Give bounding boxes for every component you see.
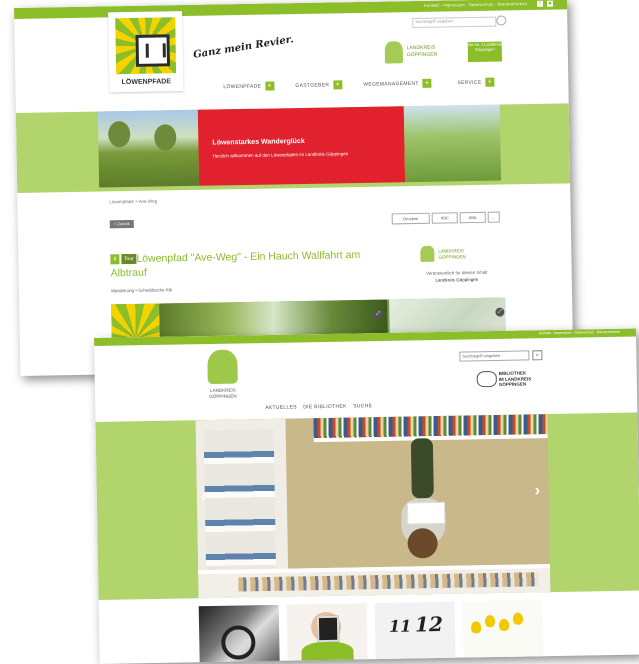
lion-icon <box>384 41 404 64</box>
kml-button[interactable]: KML <box>459 211 486 224</box>
tree-icon <box>154 124 177 151</box>
book-image <box>406 501 446 525</box>
search-input[interactable]: Suchbegriff eingeben <box>412 16 497 29</box>
lightbulb-icon <box>471 621 482 634</box>
search-icon[interactable] <box>496 15 507 26</box>
hero-image-right <box>403 104 502 183</box>
more-button[interactable]: ... <box>487 211 500 223</box>
print-button[interactable]: Drucken <box>391 212 430 225</box>
landkreis-lion-icon[interactable] <box>207 349 238 385</box>
plus-icon[interactable]: + <box>422 78 432 88</box>
reader-image <box>407 528 438 559</box>
nav-item-suche[interactable]: SUCHE <box>353 403 372 409</box>
reader-image <box>410 438 434 499</box>
hero-banner[interactable]: Löwenstarkes Wanderglück Herzlich willko… <box>197 106 406 186</box>
teaser-opening-hours-image[interactable]: 11 12 <box>374 601 456 664</box>
top-links[interactable]: Kontakt · Impressum · Datenschutz · Barr… <box>539 330 620 335</box>
lion-logo-icon <box>115 17 177 75</box>
author-box: LANDKREIS GÖPPINGEN Verantwortlich für d… <box>416 245 497 286</box>
page-title: Löwenpfad "Ave-Weg" - Ein Hauch Wallfahr… <box>110 248 361 280</box>
expand-icon[interactable]: ⤢ <box>373 309 383 319</box>
top-links[interactable]: Kontakt · Impressum · Datenschutz · Barr… <box>424 1 527 8</box>
hero-slider[interactable] <box>195 414 551 599</box>
logo-text: LÖWENPFADE <box>121 78 172 87</box>
hero-subtitle: Herzlich willkommen auf den Löwenpfaden … <box>212 151 349 159</box>
loewenpfade-screenshot: Kontakt · Impressum · Datenschutz · Barr… <box>14 0 574 376</box>
vfb-badge[interactable]: Die Nr. 1 Landkreis Göppingen <box>467 41 503 63</box>
bibliothek-logo-icon[interactable] <box>476 370 497 388</box>
lion-icon <box>420 245 435 262</box>
plus-icon[interactable]: + <box>485 77 495 87</box>
teaser-ebook-image[interactable] <box>286 603 368 664</box>
bibliothek-logo-text: BIBLIOTHEK IM LANDKREIS GÖPPINGEN <box>498 370 532 387</box>
nav-item-aktuelles[interactable]: AKTUELLES <box>265 404 297 411</box>
plus-icon[interactable]: + <box>265 81 275 91</box>
nav-item-service[interactable]: SERVICE + <box>457 77 495 88</box>
facebook-icon[interactable]: f <box>536 0 544 7</box>
bibliothek-screenshot: Kontakt · Impressum · Datenschutz · Barr… <box>94 328 639 664</box>
lightbulb-icon <box>498 618 510 631</box>
breadcrumb[interactable]: Löwenpfade > Ave-Weg <box>109 199 157 205</box>
share-icon[interactable]: ■ <box>546 0 554 7</box>
page-subtitle: Wanderung • Schwäbische Alb <box>110 287 173 294</box>
search-icon[interactable]: ⌕ <box>532 350 543 361</box>
loewenpfade-logo[interactable]: LÖWENPFADE <box>108 11 184 93</box>
hero-image-left <box>97 109 200 188</box>
nav-item-die-bibliothek[interactable]: DIE BIBLIOTHEK <box>303 404 346 411</box>
landkreis-logo[interactable]: LANDKREIS GÖPPINGEN <box>384 40 455 65</box>
teaser-search-image[interactable] <box>198 604 280 664</box>
slider-next-icon[interactable]: › <box>535 482 541 500</box>
tablet-icon <box>316 615 340 643</box>
back-button[interactable]: < Zurück <box>109 219 134 229</box>
search-input[interactable]: Suchbegriff eingeben <box>459 350 530 362</box>
nav-item-loewenpfade[interactable]: LÖWENPFADE + <box>223 81 275 91</box>
pdf-button[interactable]: PDF <box>431 212 458 224</box>
bookshelf-image <box>313 414 548 443</box>
lightbulb-icon <box>484 615 496 628</box>
magnifier-icon <box>221 625 256 660</box>
slogan: Ganz mein Revier. <box>192 34 295 61</box>
tree-icon <box>107 120 131 148</box>
lightbulb-icon <box>512 612 524 625</box>
nav-item-wegemanagement[interactable]: WEGEMANAGEMENT + <box>363 78 432 89</box>
hero-title: Löwenstarkes Wanderglück <box>212 137 305 147</box>
nav-item-gastgeber[interactable]: GASTGEBER + <box>295 80 343 90</box>
landkreis-logo-text: LANDKREIS GÖPPINGEN <box>209 387 237 399</box>
plus-icon[interactable]: + <box>333 80 343 90</box>
expand-icon[interactable]: ⤢ <box>495 307 505 317</box>
bookshelf-image <box>198 564 551 599</box>
slider-prev-icon[interactable]: ‹ <box>201 488 207 506</box>
teaser-ideas-image[interactable] <box>462 600 544 662</box>
landkreis-line2: GÖPPINGEN <box>406 51 438 59</box>
